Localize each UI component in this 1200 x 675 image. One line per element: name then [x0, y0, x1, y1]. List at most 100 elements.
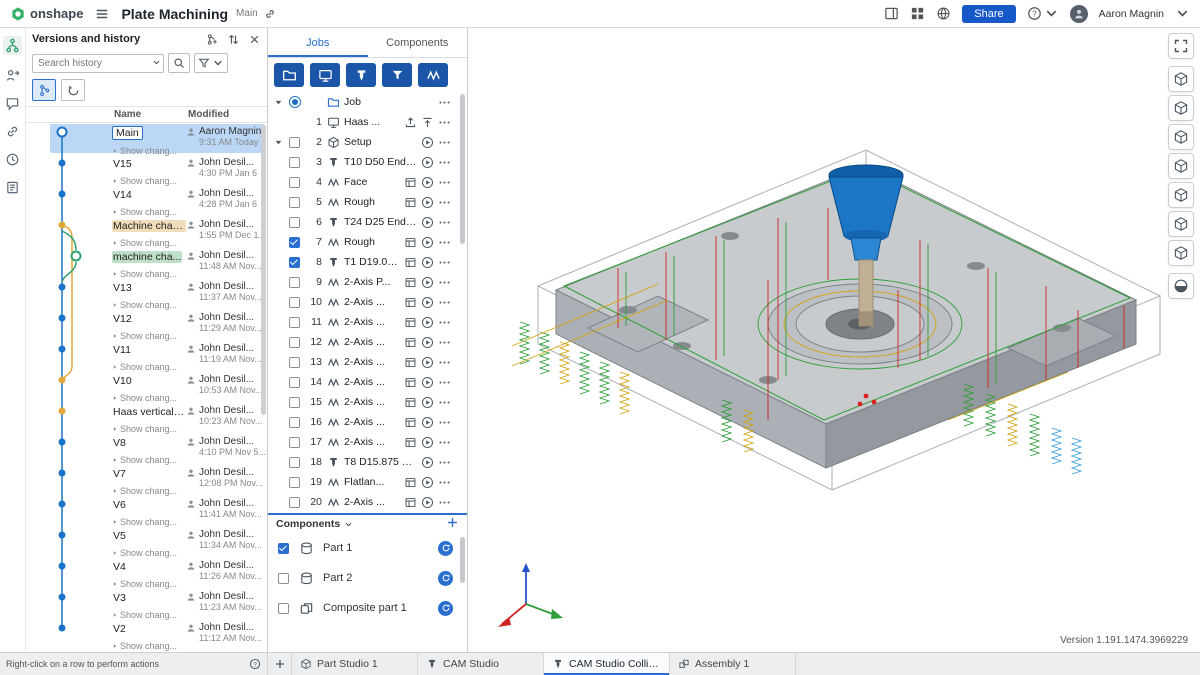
- search-scope-chevron-icon[interactable]: [152, 58, 161, 67]
- job-tree-row[interactable]: 6 T24 D25 End Mill: [268, 212, 467, 232]
- component-checkbox[interactable]: [278, 543, 289, 554]
- version-row[interactable]: V15 Show chang... John Desil... 4:30 PM …: [26, 154, 267, 185]
- component-row[interactable]: Part 2: [268, 563, 467, 593]
- row-checkbox[interactable]: [289, 157, 300, 168]
- simulate-icon[interactable]: [404, 376, 417, 389]
- simulate-icon[interactable]: [404, 276, 417, 289]
- expand-caret-icon[interactable]: [274, 138, 283, 147]
- versions-tree-icon[interactable]: [3, 36, 22, 55]
- play-icon[interactable]: [421, 376, 434, 389]
- row-checkbox[interactable]: [289, 177, 300, 188]
- row-checkbox[interactable]: [289, 317, 300, 328]
- simulate-icon[interactable]: [404, 416, 417, 429]
- version-row[interactable]: V7 Show chang... John Desil... 12:08 PM …: [26, 464, 267, 495]
- simulate-icon[interactable]: [404, 316, 417, 329]
- row-checkbox[interactable]: [289, 437, 300, 448]
- play-icon[interactable]: [421, 356, 434, 369]
- show-changes-toggle[interactable]: Show chang...: [112, 486, 186, 496]
- doc-tab[interactable]: CAM Studio Collisio...: [544, 653, 670, 675]
- row-checkbox[interactable]: [289, 237, 300, 248]
- view-cube-button[interactable]: [1168, 124, 1194, 150]
- show-changes-toggle[interactable]: Show chang...: [112, 146, 186, 156]
- create-branch-icon[interactable]: [206, 33, 219, 46]
- row-menu-icon[interactable]: [438, 356, 451, 369]
- job-tree-row[interactable]: 7 Rough: [268, 232, 467, 252]
- play-icon[interactable]: [421, 256, 434, 269]
- job-tree-row[interactable]: 10 2-Axis ...: [268, 292, 467, 312]
- simulate-icon[interactable]: [404, 476, 417, 489]
- show-changes-toggle[interactable]: Show chang...: [112, 393, 186, 403]
- graph-view-toggle[interactable]: [32, 79, 56, 101]
- doc-tab[interactable]: Assembly 1: [670, 653, 796, 675]
- job-tree-row[interactable]: 13 2-Axis ...: [268, 352, 467, 372]
- avatar[interactable]: [1070, 5, 1088, 23]
- simulate-icon[interactable]: [404, 496, 417, 509]
- globe-icon[interactable]: [936, 6, 951, 21]
- component-row[interactable]: Composite part 1: [268, 593, 467, 623]
- new-machine-button[interactable]: [310, 63, 340, 87]
- comments-icon[interactable]: [5, 96, 20, 111]
- row-menu-icon[interactable]: [438, 136, 451, 149]
- row-checkbox[interactable]: [289, 417, 300, 428]
- new-tab-button[interactable]: [268, 653, 292, 675]
- play-icon[interactable]: [421, 336, 434, 349]
- play-icon[interactable]: [421, 276, 434, 289]
- follow-mode-icon[interactable]: [5, 68, 20, 83]
- show-changes-toggle[interactable]: Show chang...: [112, 300, 186, 310]
- update-component-button[interactable]: [438, 571, 453, 586]
- job-tree-row[interactable]: 1 Haas ...: [268, 112, 467, 132]
- version-row[interactable]: V14 Show chang... John Desil... 4:28 PM …: [26, 185, 267, 216]
- job-tree-row[interactable]: Job: [268, 92, 467, 112]
- 3d-viewport[interactable]: [468, 28, 1200, 652]
- simulate-icon[interactable]: [404, 236, 417, 249]
- view-cube-button[interactable]: [1168, 211, 1194, 237]
- play-icon[interactable]: [421, 296, 434, 309]
- compare-versions-icon[interactable]: [227, 33, 240, 46]
- version-row[interactable]: V13 Show chang... John Desil... 11:37 AM…: [26, 278, 267, 309]
- expand-caret-icon[interactable]: [274, 98, 283, 107]
- version-row[interactable]: V12 Show chang... John Desil... 11:29 AM…: [26, 309, 267, 340]
- job-tree-row[interactable]: 9 2-Axis P...: [268, 272, 467, 292]
- view-cube-button[interactable]: [1168, 66, 1194, 92]
- row-menu-icon[interactable]: [438, 296, 451, 309]
- show-changes-toggle[interactable]: Show chang...: [112, 424, 186, 434]
- close-panel-icon[interactable]: [248, 33, 261, 46]
- release-notes-icon[interactable]: [5, 180, 20, 195]
- job-tree-row[interactable]: 8 T1 D19.05 End ...: [268, 252, 467, 272]
- show-changes-toggle[interactable]: Show chang...: [112, 238, 186, 248]
- play-icon[interactable]: [421, 436, 434, 449]
- play-icon[interactable]: [421, 176, 434, 189]
- row-checkbox[interactable]: [289, 497, 300, 508]
- view-cube-button[interactable]: [1168, 182, 1194, 208]
- doc-tab[interactable]: CAM Studio: [418, 653, 544, 675]
- show-changes-toggle[interactable]: Show chang...: [112, 579, 186, 589]
- new-tool-button[interactable]: [346, 63, 376, 87]
- job-tree-row[interactable]: 5 Rough: [268, 192, 467, 212]
- show-changes-toggle[interactable]: Show chang...: [112, 207, 186, 217]
- play-icon[interactable]: [421, 476, 434, 489]
- new-operation-button[interactable]: [382, 63, 412, 87]
- view-cube-button[interactable]: [1168, 240, 1194, 266]
- version-row[interactable]: V10 Show chang... John Desil... 10:53 AM…: [26, 371, 267, 402]
- row-menu-icon[interactable]: [438, 336, 451, 349]
- play-icon[interactable]: [421, 216, 434, 229]
- section-view-button[interactable]: [1168, 273, 1194, 299]
- components-scrollbar[interactable]: [460, 537, 465, 583]
- version-row[interactable]: Main Show chang... Aaron Magnin 9:31 AM …: [26, 123, 267, 154]
- simulate-icon[interactable]: [404, 176, 417, 189]
- play-icon[interactable]: [421, 156, 434, 169]
- version-row[interactable]: V5 Show chang... John Desil... 11:34 AM …: [26, 526, 267, 557]
- version-row[interactable]: V8 Show chang... John Desil... 4:10 PM N…: [26, 433, 267, 464]
- job-tree-row[interactable]: 11 2-Axis ...: [268, 312, 467, 332]
- row-menu-icon[interactable]: [438, 316, 451, 329]
- row-checkbox[interactable]: [289, 457, 300, 468]
- linked-documents-icon[interactable]: [5, 124, 20, 139]
- job-tree-row[interactable]: 20 2-Axis ...: [268, 492, 467, 512]
- export-icon[interactable]: [404, 116, 417, 129]
- main-menu-icon[interactable]: [95, 7, 109, 21]
- onshape-logo[interactable]: onshape: [10, 6, 83, 22]
- components-section-header[interactable]: Components: [268, 513, 467, 533]
- show-changes-toggle[interactable]: Show chang...: [112, 455, 186, 465]
- component-checkbox[interactable]: [278, 573, 289, 584]
- job-tree-row[interactable]: 2 Setup: [268, 132, 467, 152]
